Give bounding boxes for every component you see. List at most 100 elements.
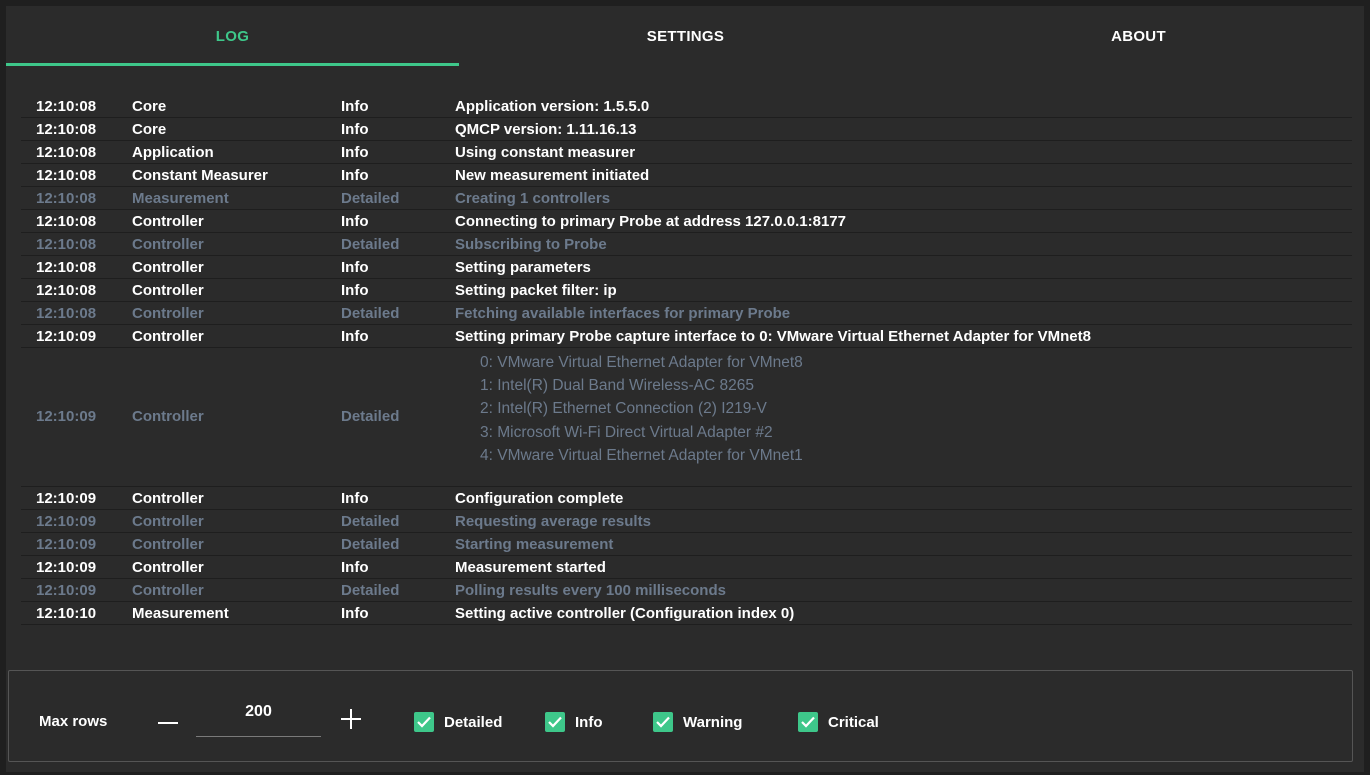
log-message-line: 1: Intel(R) Dual Band Wireless-AC 8265 — [480, 377, 754, 395]
log-message: Subscribing to Probe — [455, 236, 607, 253]
log-message-line: 0: VMware Virtual Ethernet Adapter for V… — [480, 354, 803, 371]
log-message: New measurement initiated — [455, 167, 650, 184]
max-rows-label: Max rows — [39, 713, 108, 730]
tab-settings[interactable]: SETTINGS — [459, 6, 912, 66]
log-message-line: 3: Microsoft Wi-Fi Direct Virtual Adapte… — [480, 423, 773, 441]
log-source: Core — [132, 121, 167, 138]
filter-detailed-label: Detailed — [444, 713, 503, 731]
log-row[interactable]: 12:10:10 Measurement Info Setting active co… — [21, 602, 1352, 625]
tab-about[interactable]: ABOUT — [912, 6, 1365, 66]
log-time: 12:10:09 — [36, 490, 97, 507]
tab-log[interactable]: LOG — [6, 6, 459, 66]
log-level: Info — [341, 490, 369, 507]
log-time: 12:10:09 — [36, 559, 97, 576]
log-level: Info — [341, 282, 369, 299]
log-row[interactable]: 12:10:08 Controller Detailed Fetching avail… — [21, 302, 1352, 325]
log-source: Controller — [132, 213, 204, 230]
checkmark-icon — [414, 712, 434, 732]
log-time: 12:10:08 — [36, 98, 97, 115]
log-row[interactable]: 12:10:08 Core Info QMCP version: 1.11.16.13 — [21, 118, 1352, 141]
log-source: Controller — [132, 490, 204, 507]
log-level: Detailed — [341, 305, 400, 322]
log-table[interactable]: 12:10:08 Core Info Application version: 1.5… — [21, 91, 1352, 633]
log-time: 12:10:10 — [36, 605, 97, 622]
log-row[interactable]: 12:10:08 Controller Info Connecting to prim… — [21, 210, 1352, 233]
log-time: 12:10:08 — [36, 190, 97, 207]
max-rows-input[interactable]: 200 — [196, 701, 321, 737]
log-level: Info — [341, 167, 369, 184]
app-window: LOG SETTINGS ABOUT 12:10:08 Core Info Appli… — [6, 6, 1364, 772]
log-time: 12:10:09 — [36, 408, 97, 425]
log-row[interactable]: 12:10:08 Controller Info Setting parameters — [21, 256, 1352, 279]
log-row[interactable]: 12:10:09 Controller Detailed 0: VMware Virt… — [21, 348, 1352, 487]
log-message: Creating 1 controllers — [455, 190, 611, 207]
log-row[interactable]: 12:10:08 Constant Measurer Info New measure… — [21, 164, 1352, 187]
log-message: Polling results every 100 milliseconds — [455, 582, 726, 599]
filter-warning-label: Warning — [683, 713, 743, 731]
log-row[interactable]: 12:10:09 Controller Info Configuration comp… — [21, 487, 1352, 510]
log-row[interactable]: 12:10:09 Controller Detailed Starting measu… — [21, 533, 1352, 556]
log-time: 12:10:09 — [36, 536, 97, 553]
increase-max-rows-button[interactable] — [339, 707, 363, 731]
log-message: Measurement started — [455, 559, 606, 576]
log-message: Starting measurement — [455, 536, 614, 553]
log-source: Controller — [132, 536, 204, 553]
log-message-line: 2: Intel(R) Ethernet Connection (2) I219… — [480, 400, 767, 418]
log-time: 12:10:09 — [36, 582, 97, 599]
log-message: QMCP version: 1.11.16.13 — [455, 121, 637, 138]
log-row[interactable]: 12:10:08 Application Info Using constant me… — [21, 141, 1352, 164]
log-level: Detailed — [341, 513, 400, 530]
log-source: Core — [132, 98, 167, 115]
log-level: Detailed — [341, 236, 400, 253]
log-time: 12:10:08 — [36, 213, 97, 230]
log-level: Info — [341, 559, 369, 576]
log-source: Controller — [132, 513, 204, 530]
log-source: Controller — [132, 582, 204, 599]
log-row[interactable]: 12:10:08 Measurement Detailed Creating 1 co… — [21, 187, 1352, 210]
log-row[interactable]: 12:10:09 Controller Detailed Requesting ave… — [21, 510, 1352, 533]
filter-critical-checkbox[interactable]: Critical — [798, 711, 879, 733]
log-message: Requesting average results — [455, 513, 651, 530]
log-level: Info — [341, 144, 369, 161]
log-source: Controller — [132, 282, 204, 299]
filter-info-label: Info — [575, 713, 603, 731]
filter-warning-checkbox[interactable]: Warning — [653, 711, 742, 733]
log-level: Info — [341, 605, 369, 622]
log-source: Controller — [132, 305, 204, 322]
log-row[interactable]: 12:10:09 Controller Info Measurement starte… — [21, 556, 1352, 579]
log-row[interactable]: 12:10:08 Controller Info Setting packet fil… — [21, 279, 1352, 302]
checkmark-icon — [545, 712, 565, 732]
checkmark-icon — [798, 712, 818, 732]
log-row[interactable]: 12:10:08 Core Info Application version: 1.5… — [21, 95, 1352, 118]
checkmark-icon — [653, 712, 673, 732]
log-level: Detailed — [341, 536, 400, 553]
log-level: Info — [341, 259, 369, 276]
filter-info-checkbox[interactable]: Info — [545, 711, 603, 733]
log-time: 12:10:08 — [36, 121, 97, 138]
log-message-line: 4: VMware Virtual Ethernet Adapter for V… — [480, 446, 803, 464]
log-source: Controller — [132, 236, 204, 253]
log-row[interactable]: 12:10:09 Controller Detailed Polling result… — [21, 579, 1352, 602]
log-level: Detailed — [341, 408, 400, 425]
log-message: Configuration complete — [455, 490, 624, 507]
log-level: Detailed — [341, 582, 400, 599]
log-message: Setting active controller (Configuration… — [455, 605, 795, 622]
log-time: 12:10:08 — [36, 305, 97, 322]
log-row[interactable]: 12:10:08 Controller Detailed Subscribing to… — [21, 233, 1352, 256]
tab-bar: LOG SETTINGS ABOUT — [6, 6, 1364, 66]
log-source: Controller — [132, 328, 204, 345]
log-source: Controller — [132, 259, 204, 276]
filter-detailed-checkbox[interactable]: Detailed — [414, 711, 502, 733]
log-message: Setting packet filter: ip — [455, 282, 617, 299]
log-time: 12:10:09 — [36, 513, 97, 530]
log-row[interactable]: 12:10:09 Controller Info Setting primary Pr… — [21, 325, 1352, 348]
log-message: Fetching available interfaces for primar… — [455, 305, 791, 322]
log-time: 12:10:08 — [36, 259, 97, 276]
log-source: Controller — [132, 559, 204, 576]
log-message: 0: VMware Virtual Ethernet Adapter for V… — [480, 351, 803, 467]
log-time: 12:10:08 — [36, 282, 97, 299]
decrease-max-rows-button[interactable] — [155, 709, 181, 735]
log-time: 12:10:08 — [36, 236, 97, 253]
log-source: Controller — [132, 408, 204, 425]
log-level: Info — [341, 328, 369, 345]
